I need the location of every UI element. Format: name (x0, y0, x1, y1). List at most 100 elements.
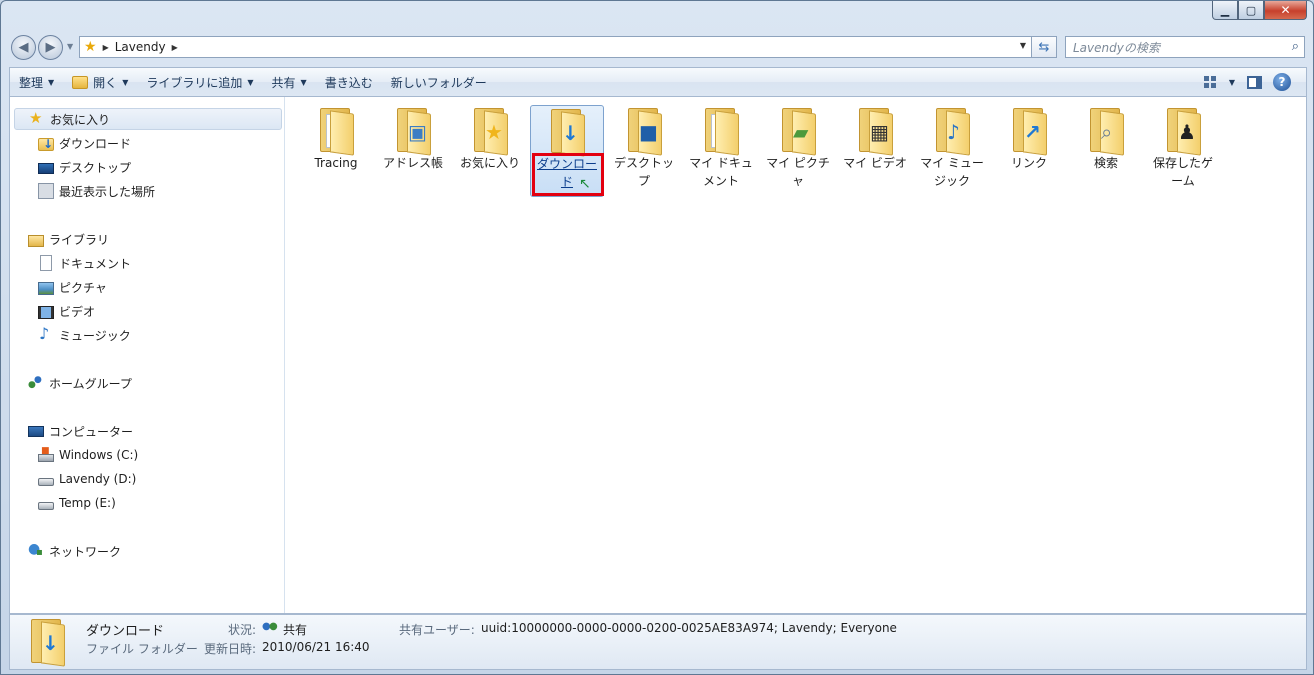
homegroup-icon (28, 375, 44, 391)
organize-button[interactable]: 整理 ▼ (10, 70, 63, 94)
address-bar[interactable]: ★ ▶ Lavendy ▶ ▼ (79, 36, 1032, 58)
sidebar-item-drive-d[interactable]: Lavendy (D:) (38, 468, 136, 490)
network-icon (28, 541, 44, 559)
close-button[interactable]: ✕ (1264, 1, 1307, 20)
file-item-my-videos[interactable]: ▦ マイ ビデオ (838, 105, 912, 197)
sidebar-item-recent-places[interactable]: 最近表示した場所 (38, 180, 155, 202)
close-icon: ✕ (1280, 3, 1291, 17)
file-item-searches[interactable]: ⌕ 検索 (1069, 105, 1143, 197)
address-history-dropdown[interactable]: ▼ (1020, 41, 1026, 50)
chevron-down-icon: ▼ (48, 77, 55, 87)
details-pane: ↓ ダウンロード ファイル フォルダー 状況: 共有 更新日時: 2010/06… (9, 614, 1307, 670)
change-view-button[interactable] (1196, 71, 1224, 93)
sidebar-homegroup[interactable]: ホームグループ (14, 372, 282, 394)
breadcrumb-lavendy[interactable]: Lavendy (115, 40, 166, 54)
file-item-tracing[interactable]: Tracing (299, 105, 373, 197)
back-arrow-icon: ◀ (18, 40, 29, 55)
system-drive-icon (38, 446, 54, 462)
open-button[interactable]: 開く ▼ (63, 70, 137, 94)
file-item-my-pictures[interactable]: ▰ マイ ピクチャ (761, 105, 835, 197)
file-item-my-documents[interactable]: マイ ドキュメント (684, 105, 758, 197)
sidebar-item-desktop[interactable]: デスクトップ (38, 156, 131, 178)
preview-pane-icon (1246, 75, 1262, 89)
breadcrumb-separator-icon[interactable]: ▶ (172, 43, 178, 52)
music-folder-icon: ♪ (932, 108, 972, 156)
breadcrumb-separator-icon[interactable]: ▶ (103, 43, 109, 52)
sidebar-item-music[interactable]: ミュージック (38, 324, 131, 346)
sidebar-item-videos[interactable]: ビデオ (38, 300, 95, 322)
file-item-my-music[interactable]: ♪ マイ ミュージック (915, 105, 989, 197)
view-controls: ▼ ? (1196, 70, 1296, 94)
hard-drive-icon (38, 478, 54, 486)
downloads-folder-icon: ↓ (547, 109, 587, 157)
view-options-dropdown[interactable]: ▼ (1224, 71, 1240, 93)
sidebar-network[interactable]: ネットワーク (14, 540, 282, 562)
picture-icon (38, 281, 54, 295)
details-shared-with-label: 共有ユーザー: (399, 623, 475, 637)
search-icon[interactable]: ⌕ (1292, 39, 1299, 54)
downloads-folder-icon: ↓ (27, 619, 67, 667)
maximize-button[interactable]: ▢ (1238, 1, 1264, 20)
document-icon (40, 255, 52, 271)
file-item-saved-games[interactable]: ♟ 保存したゲーム (1146, 105, 1220, 197)
sidebar-item-drive-c[interactable]: Windows (C:) (38, 444, 138, 466)
new-folder-button[interactable]: 新しいフォルダー (382, 70, 496, 94)
sidebar-item-pictures[interactable]: ピクチャ (38, 276, 107, 298)
search-input[interactable]: Lavendyの検索 ⌕ (1065, 36, 1305, 58)
computer-icon (28, 426, 44, 437)
links-folder-icon: ↗ (1009, 108, 1049, 156)
title-bar[interactable]: ▁ ▢ ✕ (1, 1, 1313, 31)
file-list[interactable]: Tracing ▣ アドレス帳 ★ お気に入り ↓ ダウンロード ↖ ■ デスク… (286, 97, 1306, 613)
sidebar-item-drive-e[interactable]: Temp (E:) (38, 492, 116, 514)
file-item-desktop[interactable]: ■ デスクトップ (607, 105, 681, 197)
desktop-folder-icon: ■ (624, 108, 664, 156)
minimize-button[interactable]: ▁ (1212, 1, 1238, 20)
burn-button[interactable]: 書き込む (316, 70, 382, 94)
open-folder-icon (72, 75, 89, 89)
sidebar-computer[interactable]: コンピューター (14, 420, 282, 442)
back-button[interactable]: ◀ (11, 35, 36, 60)
libraries-icon (28, 234, 44, 247)
recent-pages-dropdown[interactable]: ▼ (67, 42, 73, 51)
navigation-pane[interactable]: お気に入り ダウンロード デスクトップ 最近表示した場所 ライブラリ ドキュメン… (10, 97, 285, 613)
details-shared-with-value: uuid:10000000-0000-0000-0200-0025AE83A97… (481, 621, 897, 635)
share-button[interactable]: 共有 ▼ (263, 70, 316, 94)
preview-pane-button[interactable] (1240, 71, 1268, 93)
minimize-icon: ▁ (1220, 3, 1230, 17)
favorites-star-icon: ★ (84, 39, 97, 55)
searches-folder-icon: ⌕ (1086, 108, 1126, 156)
forward-arrow-icon: ▶ (45, 40, 56, 55)
add-to-library-button[interactable]: ライブラリに追加 ▼ (137, 70, 262, 94)
file-item-favorites[interactable]: ★ お気に入り (453, 105, 527, 197)
details-modified-value: 2010/06/21 16:40 (262, 640, 370, 654)
help-icon: ? (1273, 73, 1291, 91)
desktop-icon (38, 162, 54, 174)
videos-folder-icon: ▦ (855, 108, 895, 156)
file-item-downloads[interactable]: ↓ ダウンロード ↖ (530, 105, 604, 197)
help-button[interactable]: ? (1268, 71, 1296, 93)
explorer-window: ▁ ▢ ✕ ◀ ▶ ▼ ★ ▶ Lavendy ▶ ▼ ⇆ Lavendyの検索… (0, 0, 1314, 675)
sidebar-item-documents[interactable]: ドキュメント (38, 252, 131, 274)
document-folder-icon (316, 108, 356, 156)
content-frame: お気に入り ダウンロード デスクトップ 最近表示した場所 ライブラリ ドキュメン… (9, 96, 1307, 614)
forward-button[interactable]: ▶ (38, 35, 63, 60)
refresh-button[interactable]: ⇆ (1032, 36, 1057, 58)
busy-cursor-icon: ↖ (579, 176, 591, 192)
share-users-icon (262, 621, 278, 635)
details-status-value: 共有 (262, 621, 307, 638)
sidebar-libraries[interactable]: ライブラリ (14, 228, 282, 250)
search-placeholder: Lavendyの検索 (1073, 40, 1160, 55)
star-icon (29, 109, 45, 127)
video-icon (38, 305, 54, 319)
downloads-folder-icon (38, 137, 54, 151)
sidebar-item-downloads[interactable]: ダウンロード (38, 132, 131, 154)
favorites-folder-icon: ★ (470, 108, 510, 156)
file-item-links[interactable]: ↗ リンク (992, 105, 1066, 197)
chevron-down-icon: ▼ (122, 77, 129, 87)
caption-buttons: ▁ ▢ ✕ (1212, 1, 1307, 21)
details-modified-label: 更新日時: (204, 642, 257, 656)
file-item-address-book[interactable]: ▣ アドレス帳 (376, 105, 450, 197)
address-row: ◀ ▶ ▼ ★ ▶ Lavendy ▶ ▼ ⇆ Lavendyの検索 ⌕ (1, 31, 1313, 63)
sidebar-favorites[interactable]: お気に入り (14, 108, 282, 130)
saved-games-folder-icon: ♟ (1163, 108, 1203, 156)
